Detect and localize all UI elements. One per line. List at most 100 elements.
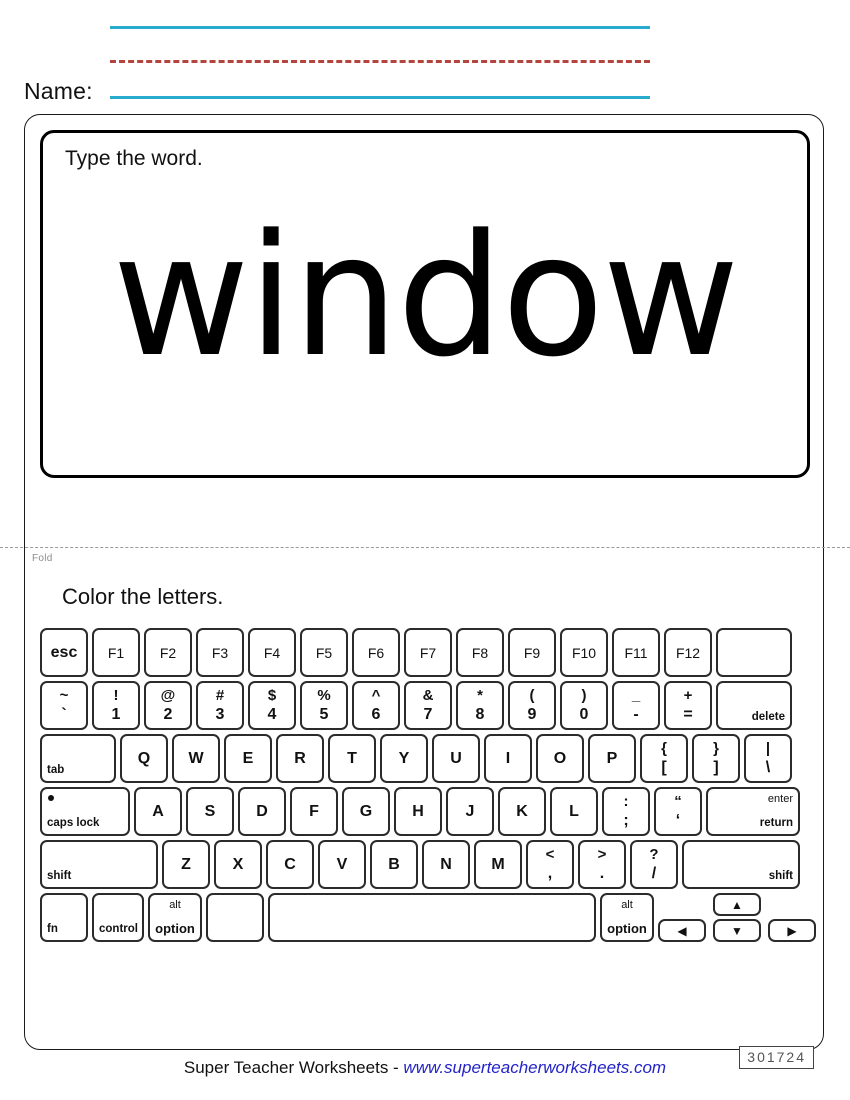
key-one-labels: ! 1 xyxy=(112,688,121,723)
key-t[interactable]: T xyxy=(328,734,376,783)
key-f4[interactable]: F4 xyxy=(248,628,296,677)
key-quote-base-label: ‘ xyxy=(675,812,681,829)
key-tilde[interactable]: ~ ` xyxy=(40,681,88,730)
key-b[interactable]: B xyxy=(370,840,418,889)
key-tab[interactable]: tab xyxy=(40,734,116,783)
key-power[interactable] xyxy=(716,628,792,677)
key-nine-labels: (9 xyxy=(528,688,537,723)
key-g[interactable]: G xyxy=(342,787,390,836)
arrow-up-key[interactable]: ▲ xyxy=(713,893,761,916)
key-shift-right[interactable]: shift xyxy=(682,840,800,889)
key-two[interactable]: @2 xyxy=(144,681,192,730)
key-two-base-label: 2 xyxy=(163,706,173,723)
key-tilde-shift-label: ~ xyxy=(59,687,69,704)
key-minus[interactable]: _ - xyxy=(612,681,660,730)
key-bracket-right-base-label: ] xyxy=(713,759,719,776)
key-f1[interactable]: F1 xyxy=(92,628,140,677)
key-f2[interactable]: F2 xyxy=(144,628,192,677)
key-bracket-left-shift-label: { xyxy=(661,740,667,757)
key-shift-left[interactable]: shift xyxy=(40,840,158,889)
key-f3[interactable]: F3 xyxy=(196,628,244,677)
arrow-key-cluster: ▲ ◀ ▼ ▶ xyxy=(658,893,816,942)
key-bracket-right[interactable]: }] xyxy=(692,734,740,783)
key-r[interactable]: R xyxy=(276,734,324,783)
key-f6[interactable]: F6 xyxy=(352,628,400,677)
key-five-base-label: 5 xyxy=(319,706,329,723)
arrow-left-key[interactable]: ◀ xyxy=(658,919,706,942)
key-one[interactable]: ! 1 xyxy=(92,681,140,730)
key-w-label: W xyxy=(188,749,204,767)
key-w[interactable]: W xyxy=(172,734,220,783)
key-equals[interactable]: + = xyxy=(664,681,712,730)
key-six-labels: ^ 6 xyxy=(372,688,381,723)
key-f5-label: F5 xyxy=(315,644,333,661)
key-e[interactable]: E xyxy=(224,734,272,783)
key-slash[interactable]: ? / xyxy=(630,840,678,889)
key-quote[interactable]: “‘ xyxy=(654,787,702,836)
keyboard-row-number-row: ~ ` ! 1 @2 #3 $4% 5 ^ 6 & 7 * 8 (9 ) 0 _ - + = delete xyxy=(40,681,812,730)
key-semicolon[interactable]: :; xyxy=(602,787,650,836)
key-c[interactable]: C xyxy=(266,840,314,889)
key-f7[interactable]: F7 xyxy=(404,628,452,677)
key-fn[interactable]: fn xyxy=(40,893,88,942)
key-command-left[interactable] xyxy=(206,893,264,942)
key-control-bl-label: control xyxy=(99,922,138,935)
arrow-down-key[interactable]: ▼ xyxy=(713,919,761,942)
key-z[interactable]: Z xyxy=(162,840,210,889)
key-period-shift-label: > xyxy=(597,846,607,863)
key-y[interactable]: Y xyxy=(380,734,428,783)
key-f12-label: F12 xyxy=(675,644,701,661)
key-caps-lock[interactable]: caps lock xyxy=(40,787,130,836)
key-j[interactable]: J xyxy=(446,787,494,836)
key-four[interactable]: $4 xyxy=(248,681,296,730)
key-delete[interactable]: delete xyxy=(716,681,792,730)
key-f10[interactable]: F10 xyxy=(560,628,608,677)
key-period[interactable]: >. xyxy=(578,840,626,889)
key-three[interactable]: #3 xyxy=(196,681,244,730)
key-zero[interactable]: ) 0 xyxy=(560,681,608,730)
key-bracket-left[interactable]: {[ xyxy=(640,734,688,783)
key-esc[interactable]: esc xyxy=(40,628,88,677)
key-a-label: A xyxy=(152,802,164,820)
key-d[interactable]: D xyxy=(238,787,286,836)
key-s[interactable]: S xyxy=(186,787,234,836)
key-x[interactable]: X xyxy=(214,840,262,889)
key-v[interactable]: V xyxy=(318,840,366,889)
key-f12[interactable]: F12 xyxy=(664,628,712,677)
name-entry-line[interactable] xyxy=(110,96,650,99)
footer-url[interactable]: www.superteacherworksheets.com xyxy=(403,1058,666,1077)
arrow-right-key[interactable]: ▶ xyxy=(768,919,816,942)
key-p[interactable]: P xyxy=(588,734,636,783)
key-bracket-left-base-label: [ xyxy=(661,759,667,776)
key-h[interactable]: H xyxy=(394,787,442,836)
key-space[interactable] xyxy=(268,893,596,942)
key-i[interactable]: I xyxy=(484,734,532,783)
key-f5[interactable]: F5 xyxy=(300,628,348,677)
key-f[interactable]: F xyxy=(290,787,338,836)
key-f11[interactable]: F11 xyxy=(612,628,660,677)
key-m[interactable]: M xyxy=(474,840,522,889)
fold-label: Fold xyxy=(32,553,53,564)
key-five[interactable]: % 5 xyxy=(300,681,348,730)
key-f9[interactable]: F9 xyxy=(508,628,556,677)
key-slash-shift-label: ? xyxy=(649,846,659,863)
key-f8[interactable]: F8 xyxy=(456,628,504,677)
key-u[interactable]: U xyxy=(432,734,480,783)
key-four-base-label: 4 xyxy=(267,706,277,723)
key-n[interactable]: N xyxy=(422,840,470,889)
key-l[interactable]: L xyxy=(550,787,598,836)
key-eight[interactable]: * 8 xyxy=(456,681,504,730)
key-a[interactable]: A xyxy=(134,787,182,836)
key-nine[interactable]: (9 xyxy=(508,681,556,730)
key-six[interactable]: ^ 6 xyxy=(352,681,400,730)
key-option-left[interactable]: alt option xyxy=(148,893,202,942)
key-q[interactable]: Q xyxy=(120,734,168,783)
key-control[interactable]: control xyxy=(92,893,144,942)
key-comma[interactable]: <, xyxy=(526,840,574,889)
key-option-right[interactable]: alt option xyxy=(600,893,654,942)
key-return[interactable]: return enter xyxy=(706,787,800,836)
key-k[interactable]: K xyxy=(498,787,546,836)
key-backslash[interactable]: | \ xyxy=(744,734,792,783)
key-seven[interactable]: & 7 xyxy=(404,681,452,730)
key-o[interactable]: O xyxy=(536,734,584,783)
